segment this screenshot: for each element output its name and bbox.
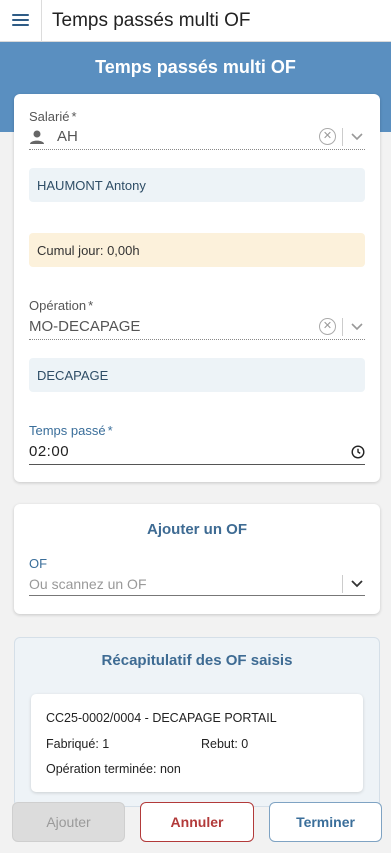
recap-list-item[interactable]: CC25-0002/0004 - DECAPAGE PORTAIL Fabriq… (31, 694, 363, 792)
user-icon (29, 129, 45, 145)
recap-item-title: CC25-0002/0004 - DECAPAGE PORTAIL (46, 711, 277, 725)
of-placeholder: Ou scannez un OF (29, 575, 147, 592)
daily-total-badge: Cumul jour: 0,00h (29, 233, 365, 267)
time-spent-label: Temps passé * (29, 423, 113, 438)
operation-select[interactable]: MO-DECAPAGE ✕ (29, 314, 365, 340)
select-separator (342, 317, 343, 336)
employee-label: Salarié * (29, 109, 77, 124)
chevron-down-icon[interactable] (349, 319, 365, 335)
time-spent-input[interactable]: 02:00 (29, 439, 365, 465)
operation-label: Opération * (29, 298, 94, 313)
cancel-button[interactable]: Annuler (140, 802, 254, 842)
page-title: Temps passés multi OF (95, 57, 296, 77)
clear-employee-icon[interactable]: ✕ (319, 128, 336, 145)
add-button[interactable]: Ajouter (12, 802, 125, 842)
add-of-title: Ajouter un OF (147, 521, 247, 538)
menu-icon (12, 14, 29, 27)
finish-button[interactable]: Terminer (269, 802, 382, 842)
chevron-down-icon[interactable] (349, 576, 365, 592)
of-label: OF (29, 556, 48, 571)
clear-operation-icon[interactable]: ✕ (319, 318, 336, 335)
operation-description: DECAPAGE (29, 358, 365, 392)
employee-full-name: HAUMONT Antony (29, 168, 365, 202)
recap-item-operation-done: Opération terminée: non (46, 762, 181, 776)
menu-button[interactable] (0, 0, 42, 42)
top-app-bar: Temps passés multi OF (0, 0, 391, 42)
recap-item-scrap: Rebut: 0 (201, 737, 249, 751)
time-entry-card: Salarié * AH ✕ HAUMONT Antony Cumul jour:… (14, 94, 380, 482)
time-spent-value: 02:00 (29, 443, 70, 460)
operation-value: MO-DECAPAGE (29, 318, 141, 335)
add-of-card: Ajouter un OF OF Ou scannez un OF (14, 504, 380, 614)
chevron-down-icon[interactable] (349, 129, 365, 145)
select-separator (342, 127, 343, 146)
of-select[interactable]: Ou scannez un OF (29, 572, 365, 596)
app-title: Temps passés multi OF (52, 9, 251, 31)
recap-card: Récapitulatif des OF saisis CC25-0002/00… (14, 637, 380, 807)
recap-title: Récapitulatif des OF saisis (101, 652, 293, 669)
employee-value: AH (57, 128, 78, 145)
clock-icon[interactable] (351, 444, 365, 459)
employee-select[interactable]: AH ✕ (29, 124, 365, 150)
select-separator (342, 574, 343, 593)
recap-item-manufactured: Fabriqué: 1 (46, 737, 110, 751)
